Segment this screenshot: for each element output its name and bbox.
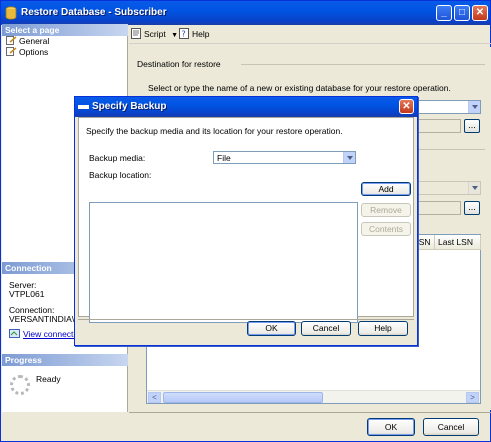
- scroll-left-button[interactable]: <: [148, 392, 161, 403]
- close-button[interactable]: ✕: [472, 5, 488, 21]
- page-item-options[interactable]: Options: [6, 47, 48, 58]
- dialog-titlebar[interactable]: Specify Backup ✕: [75, 97, 417, 117]
- destination-header: Destination for restore: [137, 59, 221, 69]
- device-field[interactable]: [415, 201, 461, 215]
- browse-button[interactable]: ...: [464, 119, 480, 133]
- backup-media-value: File: [217, 153, 231, 163]
- chevron-down-icon[interactable]: ▼: [171, 32, 178, 39]
- page-item-general[interactable]: General: [6, 36, 49, 47]
- specify-backup-dialog: Specify Backup ✕ Specify the backup medi…: [74, 96, 418, 346]
- help-label: Help: [192, 29, 210, 39]
- svg-text:?: ?: [182, 30, 186, 39]
- group-divider: [241, 64, 485, 65]
- page-icon: [6, 36, 17, 45]
- dialog-divider: [78, 319, 414, 320]
- script-button[interactable]: Script ▼: [131, 28, 178, 40]
- backup-media-label: Backup media:: [89, 153, 146, 163]
- browse-device-button[interactable]: ...: [464, 201, 480, 215]
- maximize-button[interactable]: □: [454, 5, 470, 21]
- dialog-ok-button[interactable]: OK: [247, 321, 296, 336]
- ok-button[interactable]: OK: [367, 418, 415, 436]
- progress-spinner-icon: [10, 375, 30, 395]
- scroll-right-button[interactable]: >: [466, 392, 479, 403]
- help-icon: ?: [179, 28, 189, 39]
- dialog-help-button[interactable]: Help: [358, 321, 408, 336]
- chevron-down-icon[interactable]: [468, 101, 480, 113]
- chevron-down-icon[interactable]: [468, 182, 480, 194]
- select-page-header: Select a page: [2, 24, 128, 36]
- database-icon: [5, 6, 17, 20]
- toolbar: Script ▼ ? Help: [129, 24, 491, 44]
- progress-header: Progress: [2, 354, 128, 366]
- database-combo[interactable]: [415, 100, 481, 114]
- server-value: VTPL061: [9, 289, 45, 299]
- dialog-body: Specify the backup media and its locatio…: [78, 117, 414, 323]
- dialog-cancel-button[interactable]: Cancel: [301, 321, 351, 336]
- page-item-label: General: [19, 36, 50, 46]
- restore-to-field[interactable]: [415, 119, 461, 133]
- backup-location-label: Backup location:: [89, 170, 152, 180]
- group-divider: [419, 149, 485, 150]
- scroll-thumb[interactable]: [163, 392, 323, 403]
- view-connection-link[interactable]: View connectio: [23, 329, 80, 339]
- connection-icon: [9, 329, 20, 338]
- contents-button[interactable]: Contents: [361, 222, 411, 236]
- minimize-button[interactable]: _: [436, 5, 452, 21]
- dialog-title: Specify Backup: [92, 101, 167, 112]
- backup-location-list[interactable]: [89, 202, 358, 323]
- script-label: Script: [144, 29, 166, 39]
- database-source-combo[interactable]: [415, 181, 481, 195]
- chevron-down-icon[interactable]: [343, 152, 355, 163]
- add-button[interactable]: Add: [361, 182, 411, 196]
- page-item-label: Options: [19, 47, 49, 57]
- remove-button[interactable]: Remove: [361, 203, 411, 217]
- window-titlebar[interactable]: Restore Database - Subscriber _ □ ✕: [1, 1, 490, 25]
- progress-status: Ready: [36, 374, 61, 384]
- horizontal-scrollbar[interactable]: < >: [147, 390, 480, 403]
- dialog-close-button[interactable]: ✕: [399, 99, 414, 114]
- connection-value: VERSANTINDIA\s: [9, 314, 79, 324]
- view-connection-properties[interactable]: View connectio: [9, 329, 80, 339]
- cancel-button[interactable]: Cancel: [423, 418, 479, 436]
- script-icon: [131, 28, 141, 39]
- page-icon: [6, 47, 17, 56]
- dialog-description: Specify the backup media and its locatio…: [86, 126, 343, 136]
- footer-divider: [129, 412, 491, 413]
- help-button[interactable]: ? Help: [179, 28, 209, 40]
- window-title: Restore Database - Subscriber: [21, 7, 167, 18]
- backup-media-select[interactable]: File: [213, 151, 356, 164]
- grid-column-last-lsn[interactable]: Last LSN: [435, 235, 481, 250]
- destination-text: Select or type the name of a new or exis…: [148, 83, 451, 93]
- dialog-icon: [78, 105, 89, 109]
